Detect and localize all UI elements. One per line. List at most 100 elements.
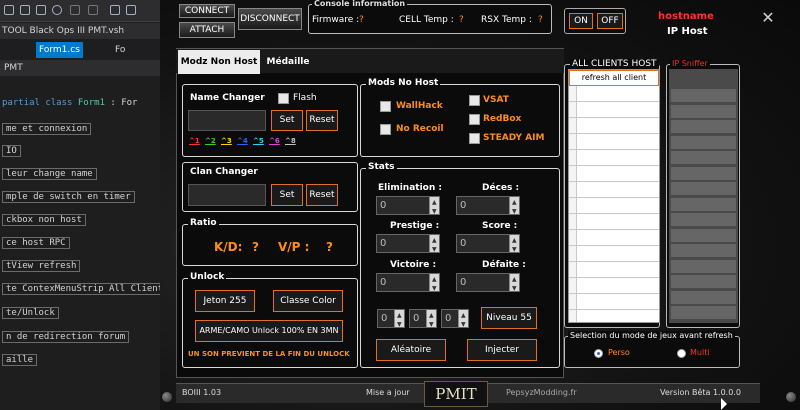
save-icon[interactable] — [4, 5, 14, 15]
defaite-input[interactable]: 0 — [456, 271, 520, 297]
spinner-icon[interactable] — [429, 194, 439, 220]
client-row[interactable] — [569, 294, 659, 310]
wallhack-checkbox[interactable] — [380, 101, 391, 112]
code-line[interactable]: leur change name — [0, 167, 97, 181]
score-input[interactable]: 0 — [456, 232, 520, 258]
sniffer-row[interactable] — [671, 306, 736, 319]
sniffer-row[interactable] — [671, 166, 736, 180]
color-code-link[interactable]: ^4 — [237, 137, 248, 145]
save-all-icon[interactable] — [20, 5, 30, 15]
arme-camo-unlock-button[interactable]: ARME/CAMO Unlock 100% EN 3MN — [195, 320, 343, 342]
off-button[interactable]: OFF — [597, 13, 623, 29]
tab-modz-non-host[interactable]: Modz Non Host — [178, 50, 260, 74]
flash-checkbox[interactable] — [278, 93, 289, 104]
disconnect-button[interactable]: DISCONNECT — [238, 8, 302, 30]
vs-tab-form1[interactable]: Form1.cs — [36, 42, 83, 58]
attach-button[interactable]: ATTACH — [179, 22, 235, 38]
spinner-icon[interactable] — [509, 194, 519, 220]
aleatoire-button[interactable]: Aléatoire — [376, 339, 446, 361]
code-line[interactable]: te/Unlock — [0, 306, 59, 320]
deces-input[interactable]: 0 — [456, 194, 520, 220]
sniffer-row[interactable] — [671, 228, 736, 242]
sniffer-row[interactable] — [671, 182, 736, 195]
client-row[interactable] — [569, 86, 659, 102]
client-row[interactable] — [569, 214, 659, 230]
clients-grid[interactable]: refresh all client — [568, 69, 660, 323]
on-button[interactable]: ON — [569, 13, 593, 29]
name-input[interactable] — [188, 110, 266, 131]
client-row[interactable] — [569, 198, 659, 214]
client-row[interactable] — [569, 134, 659, 150]
spinner-icon[interactable] — [509, 271, 519, 297]
client-row[interactable] — [569, 166, 659, 182]
client-row[interactable] — [569, 182, 659, 198]
code-line[interactable]: IO — [0, 144, 21, 158]
sniffer-row[interactable] — [671, 197, 736, 211]
code-line[interactable]: n de redirection forum — [0, 330, 130, 344]
client-row[interactable] — [569, 310, 659, 322]
code-line[interactable]: te ContexMenuStrip All Client — [0, 282, 168, 296]
connect-button[interactable]: CONNECT — [179, 4, 235, 18]
dropdown-icon[interactable] — [70, 5, 80, 15]
spinner-icon[interactable] — [429, 232, 439, 258]
code-line[interactable]: me et connexion — [0, 122, 92, 136]
spinner-icon[interactable] — [509, 232, 519, 258]
close-icon[interactable]: ✕ — [758, 8, 778, 28]
toolbar-tool-icon[interactable] — [110, 5, 120, 15]
vsat-checkbox[interactable] — [469, 95, 480, 106]
sniffer-row[interactable] — [671, 151, 736, 164]
redbox-checkbox[interactable] — [469, 114, 480, 125]
code-line[interactable]: ckbox non host — [0, 213, 86, 227]
name-reset-button[interactable]: Reset — [306, 110, 338, 131]
elimination-input[interactable]: 0 — [376, 194, 440, 220]
copy-icon[interactable] — [36, 5, 46, 15]
no-recoil-checkbox[interactable] — [380, 124, 391, 135]
sniffer-row[interactable] — [671, 275, 736, 288]
tab-medaille[interactable]: Médaille — [262, 52, 314, 72]
jeton-255-button[interactable]: Jeton 255 — [195, 290, 255, 312]
update-link[interactable]: Mise a jour — [366, 388, 410, 397]
code-line[interactable]: partial class Form1 : For — [0, 96, 137, 110]
color-code-link[interactable]: ^5 — [253, 137, 264, 145]
sniffer-row[interactable] — [671, 244, 736, 257]
client-row[interactable] — [569, 230, 659, 246]
spinner-icon[interactable] — [426, 307, 436, 333]
sniffer-row[interactable] — [671, 135, 736, 149]
refresh-all-client-button[interactable]: refresh all client — [569, 70, 659, 86]
code-line[interactable]: mple de switch en timer — [0, 190, 135, 204]
niveau-input-3[interactable]: 0 — [441, 307, 469, 333]
color-code-link[interactable]: ^8 — [285, 137, 296, 145]
clan-reset-button[interactable]: Reset — [306, 184, 338, 206]
sniffer-row[interactable] — [671, 213, 736, 226]
client-row[interactable] — [569, 118, 659, 134]
spinner-icon[interactable] — [458, 307, 468, 333]
client-row[interactable] — [569, 246, 659, 262]
sniffer-row[interactable] — [671, 89, 736, 102]
sniffer-row[interactable] — [671, 104, 736, 118]
sniffer-row[interactable] — [671, 290, 736, 304]
vs-breadcrumb[interactable]: PMT — [0, 60, 180, 76]
code-line[interactable]: aille — [0, 353, 38, 367]
code-line[interactable]: tView refresh — [0, 259, 81, 273]
clan-set-button[interactable]: Set — [271, 184, 303, 206]
clan-input[interactable] — [188, 184, 266, 206]
niveau-input-1[interactable]: 0 — [377, 307, 405, 333]
steady-aim-checkbox[interactable] — [469, 133, 480, 144]
victoire-input[interactable]: 0 — [376, 271, 440, 297]
site-link[interactable]: PepsyzModding.fr — [506, 388, 577, 397]
code-line[interactable]: ce host RPC — [0, 236, 70, 250]
niveau-55-button[interactable]: Niveau 55 — [481, 307, 537, 329]
color-code-link[interactable]: ^1 — [189, 137, 200, 145]
niveau-input-2[interactable]: 0 — [409, 307, 437, 333]
prestige-input[interactable]: 0 — [376, 232, 440, 258]
spinner-icon[interactable] — [429, 271, 439, 297]
ip-sniffer-grid[interactable] — [669, 69, 738, 323]
color-code-link[interactable]: ^3 — [221, 137, 232, 145]
color-code-link[interactable]: ^6 — [269, 137, 280, 145]
vs-tab-form1-designer[interactable]: Fo — [112, 42, 128, 58]
dropdown-icon[interactable] — [88, 5, 98, 15]
client-row[interactable] — [569, 262, 659, 278]
client-row[interactable] — [569, 102, 659, 118]
perso-radio[interactable] — [594, 349, 603, 358]
toolbar-tool-icon[interactable] — [126, 5, 136, 15]
